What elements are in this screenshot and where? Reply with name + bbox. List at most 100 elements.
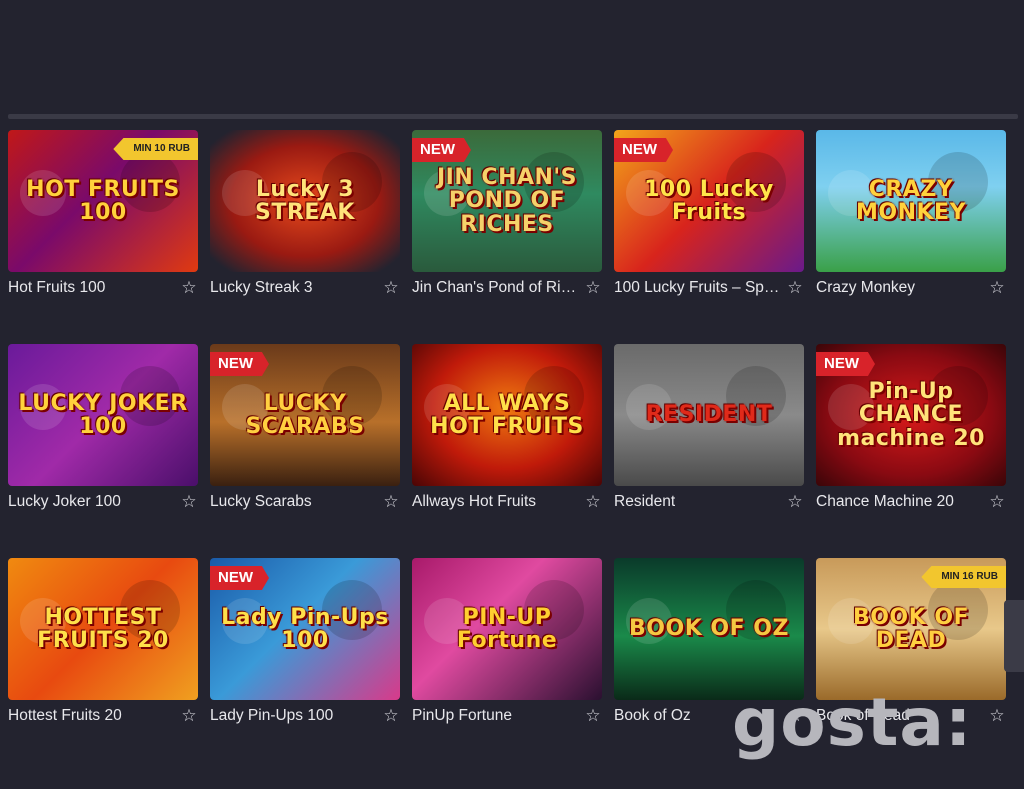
new-badge: NEW <box>210 566 269 590</box>
game-art: ALL WAYS HOT FRUITS <box>412 344 602 486</box>
game-title[interactable]: Chance Machine 20 <box>816 493 954 511</box>
game-title[interactable]: Lady Pin-Ups 100 <box>210 707 333 725</box>
game-thumbnail[interactable]: LUCKY JOKER 100 <box>8 344 198 486</box>
game-title[interactable]: Resident <box>614 493 675 511</box>
game-caption: Resident ☆ <box>614 486 804 518</box>
game-card[interactable]: Lady Pin-Ups 100 NEW Lady Pin-Ups 100 ☆ <box>210 558 400 732</box>
game-card[interactable]: HOTTEST FRUITS 20 Hottest Fruits 20 ☆ <box>8 558 198 732</box>
game-art-title: ALL WAYS HOT FRUITS <box>430 390 584 439</box>
game-caption: Lady Pin-Ups 100 ☆ <box>210 700 400 732</box>
game-caption: Jin Chan's Pond of Ric… ☆ <box>412 272 602 304</box>
side-scroll-handle[interactable] <box>1004 600 1024 672</box>
game-thumbnail[interactable]: Pin-Up CHANCE machine 20 NEW <box>816 344 1006 486</box>
game-art-title: LUCKY SCARABS <box>245 390 365 439</box>
new-badge: NEW <box>614 138 673 162</box>
game-art-title: BOOK OF DEAD <box>852 604 970 653</box>
game-art: RESIDENT <box>614 344 804 486</box>
game-art: HOTTEST FRUITS 20 <box>8 558 198 700</box>
favorite-star-icon[interactable]: ☆ <box>180 278 198 298</box>
favorite-star-icon[interactable]: ☆ <box>584 706 602 726</box>
game-title[interactable]: Hottest Fruits 20 <box>8 707 122 725</box>
game-thumbnail[interactable]: ALL WAYS HOT FRUITS <box>412 344 602 486</box>
game-thumbnail[interactable]: CRAZY MONKEY <box>816 130 1006 272</box>
new-badge: NEW <box>210 352 269 376</box>
game-art-title: LUCKY JOKER 100 <box>18 390 188 439</box>
game-thumbnail[interactable]: PIN-UP Fortune <box>412 558 602 700</box>
game-art-title: RESIDENT <box>645 402 773 428</box>
game-thumbnail[interactable]: Lucky 3 STREAK <box>210 130 400 272</box>
game-title[interactable]: 100 Lucky Fruits – Spi… <box>614 279 782 297</box>
game-title[interactable]: Lucky Joker 100 <box>8 493 121 511</box>
new-badge: NEW <box>816 352 875 376</box>
favorite-star-icon[interactable]: ☆ <box>382 492 400 512</box>
game-title[interactable]: Jin Chan's Pond of Ric… <box>412 279 580 297</box>
game-thumbnail[interactable]: BOOK OF OZ <box>614 558 804 700</box>
game-caption: Crazy Monkey ☆ <box>816 272 1006 304</box>
game-card[interactable]: JIN CHAN'S POND OF RICHES NEW Jin Chan's P… <box>412 130 602 304</box>
game-caption: Lucky Joker 100 ☆ <box>8 486 198 518</box>
favorite-star-icon[interactable]: ☆ <box>584 278 602 298</box>
game-thumbnail[interactable]: JIN CHAN'S POND OF RICHES NEW <box>412 130 602 272</box>
game-caption: 100 Lucky Fruits – Spi… ☆ <box>614 272 804 304</box>
game-title[interactable]: Crazy Monkey <box>816 279 915 297</box>
game-caption: Lucky Scarabs ☆ <box>210 486 400 518</box>
game-caption: Allways Hot Fruits ☆ <box>412 486 602 518</box>
game-card[interactable]: Pin-Up CHANCE machine 20 NEW Chance Machin… <box>816 344 1006 518</box>
game-thumbnail[interactable]: RESIDENT <box>614 344 804 486</box>
game-art: CRAZY MONKEY <box>816 130 1006 272</box>
watermark-logo: gosta: <box>732 684 973 761</box>
game-title[interactable]: Hot Fruits 100 <box>8 279 105 297</box>
game-title[interactable]: Lucky Streak 3 <box>210 279 313 297</box>
game-caption: PinUp Fortune ☆ <box>412 700 602 732</box>
game-caption: Lucky Streak 3 ☆ <box>210 272 400 304</box>
min-bet-badge: MIN 16 RUB <box>921 566 1006 588</box>
game-art-title: HOT FRUITS 100 <box>26 176 180 225</box>
game-art: Lucky 3 STREAK <box>210 130 400 272</box>
game-thumbnail[interactable]: HOT FRUITS 100 MIN 10 RUB <box>8 130 198 272</box>
game-card[interactable]: CRAZY MONKEY Crazy Monkey ☆ <box>816 130 1006 304</box>
game-title[interactable]: Book of Oz <box>614 707 691 725</box>
favorite-star-icon[interactable]: ☆ <box>584 492 602 512</box>
game-title[interactable]: PinUp Fortune <box>412 707 512 725</box>
game-card[interactable]: 100 Lucky Fruits NEW 100 Lucky Fruits – Sp… <box>614 130 804 304</box>
game-art-title: PIN-UP Fortune <box>456 604 558 653</box>
game-art-title: Pin-Up CHANCE machine 20 <box>837 379 985 451</box>
min-bet-badge: MIN 10 RUB <box>113 138 198 160</box>
game-art: PIN-UP Fortune <box>412 558 602 700</box>
game-card[interactable]: RESIDENT Resident ☆ <box>614 344 804 518</box>
game-card[interactable]: LUCKY JOKER 100 Lucky Joker 100 ☆ <box>8 344 198 518</box>
favorite-star-icon[interactable]: ☆ <box>786 492 804 512</box>
game-card[interactable]: Lucky 3 STREAK Lucky Streak 3 ☆ <box>210 130 400 304</box>
game-thumbnail[interactable]: BOOK OF DEAD MIN 16 RUB <box>816 558 1006 700</box>
favorite-star-icon[interactable]: ☆ <box>988 492 1006 512</box>
game-art-title: Lady Pin-Ups 100 <box>221 604 389 653</box>
game-card[interactable]: HOT FRUITS 100 MIN 10 RUB Hot Fruits 100 ☆ <box>8 130 198 304</box>
favorite-star-icon[interactable]: ☆ <box>382 278 400 298</box>
favorite-star-icon[interactable]: ☆ <box>382 706 400 726</box>
game-card[interactable]: ALL WAYS HOT FRUITS Allways Hot Fruits ☆ <box>412 344 602 518</box>
game-card[interactable]: PIN-UP Fortune PinUp Fortune ☆ <box>412 558 602 732</box>
favorite-star-icon[interactable]: ☆ <box>988 706 1006 726</box>
game-art-title: BOOK OF OZ <box>629 616 789 642</box>
game-art-title: Lucky 3 STREAK <box>255 176 355 225</box>
new-badge: NEW <box>412 138 471 162</box>
favorite-star-icon[interactable]: ☆ <box>988 278 1006 298</box>
favorite-star-icon[interactable]: ☆ <box>786 278 804 298</box>
game-thumbnail[interactable]: Lady Pin-Ups 100 NEW <box>210 558 400 700</box>
game-art-title: CRAZY MONKEY <box>855 176 966 225</box>
favorite-star-icon[interactable]: ☆ <box>180 492 198 512</box>
game-art: BOOK OF OZ <box>614 558 804 700</box>
game-caption: Hot Fruits 100 ☆ <box>8 272 198 304</box>
game-art-title: HOTTEST FRUITS 20 <box>37 604 169 653</box>
game-art: LUCKY JOKER 100 <box>8 344 198 486</box>
game-thumbnail[interactable]: HOTTEST FRUITS 20 <box>8 558 198 700</box>
game-grid: HOT FRUITS 100 MIN 10 RUB Hot Fruits 100 ☆ L… <box>8 130 1006 732</box>
game-title[interactable]: Lucky Scarabs <box>210 493 312 511</box>
game-thumbnail[interactable]: 100 Lucky Fruits NEW <box>614 130 804 272</box>
game-card[interactable]: LUCKY SCARABS NEW Lucky Scarabs ☆ <box>210 344 400 518</box>
game-thumbnail[interactable]: LUCKY SCARABS NEW <box>210 344 400 486</box>
game-title[interactable]: Allways Hot Fruits <box>412 493 536 511</box>
game-caption: Hottest Fruits 20 ☆ <box>8 700 198 732</box>
favorite-star-icon[interactable]: ☆ <box>180 706 198 726</box>
game-art-title: JIN CHAN'S POND OF RICHES <box>436 165 578 237</box>
